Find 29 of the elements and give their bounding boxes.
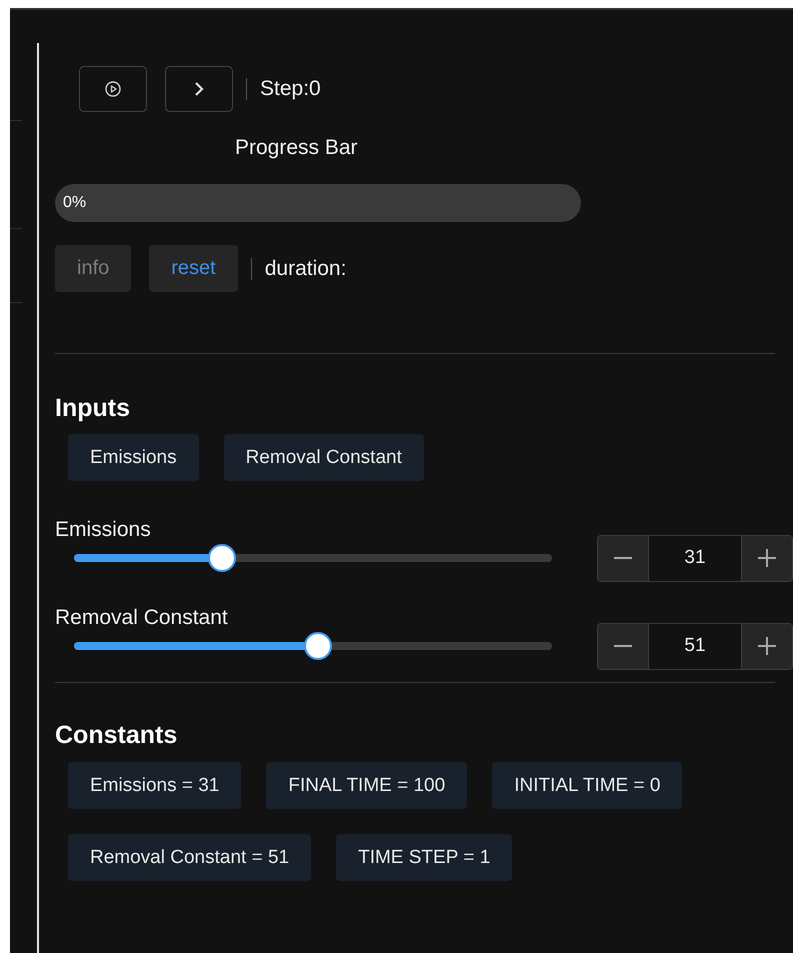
number-field[interactable]: 51 bbox=[648, 624, 742, 668]
progress-title: Progress Bar bbox=[235, 136, 358, 160]
increment-button[interactable] bbox=[742, 536, 792, 580]
constant-chip: Removal Constant = 51 bbox=[68, 834, 312, 881]
minus-icon bbox=[614, 645, 632, 647]
duration-label: duration: bbox=[264, 256, 346, 280]
progress-percent: 0% bbox=[63, 194, 86, 212]
constant-chip: INITIAL TIME = 0 bbox=[492, 762, 682, 809]
input-tab[interactable]: Emissions bbox=[68, 434, 199, 481]
slider-thumb[interactable] bbox=[208, 544, 236, 572]
chevron-right-icon bbox=[194, 81, 204, 97]
increment-button[interactable] bbox=[742, 624, 792, 668]
slider-label: Removal Constant bbox=[55, 606, 228, 630]
constant-chip: FINAL TIME = 100 bbox=[266, 762, 468, 809]
section-heading: Constants bbox=[55, 721, 178, 750]
number-field[interactable]: 31 bbox=[648, 536, 742, 580]
plus-icon bbox=[758, 549, 776, 567]
section-heading: Inputs bbox=[55, 394, 130, 423]
action-button[interactable]: reset bbox=[149, 245, 238, 292]
input-tab[interactable]: Removal Constant bbox=[224, 434, 424, 481]
minus-icon bbox=[614, 557, 632, 559]
step-label: Step:0 bbox=[260, 77, 321, 101]
slider-label: Emissions bbox=[55, 518, 151, 542]
play-icon bbox=[105, 81, 121, 97]
slider-thumb[interactable] bbox=[304, 632, 332, 660]
plus-icon bbox=[758, 637, 776, 655]
constant-chip: TIME STEP = 1 bbox=[336, 834, 512, 881]
constant-chip: Emissions = 31 bbox=[68, 762, 242, 809]
play-button[interactable] bbox=[79, 66, 147, 112]
